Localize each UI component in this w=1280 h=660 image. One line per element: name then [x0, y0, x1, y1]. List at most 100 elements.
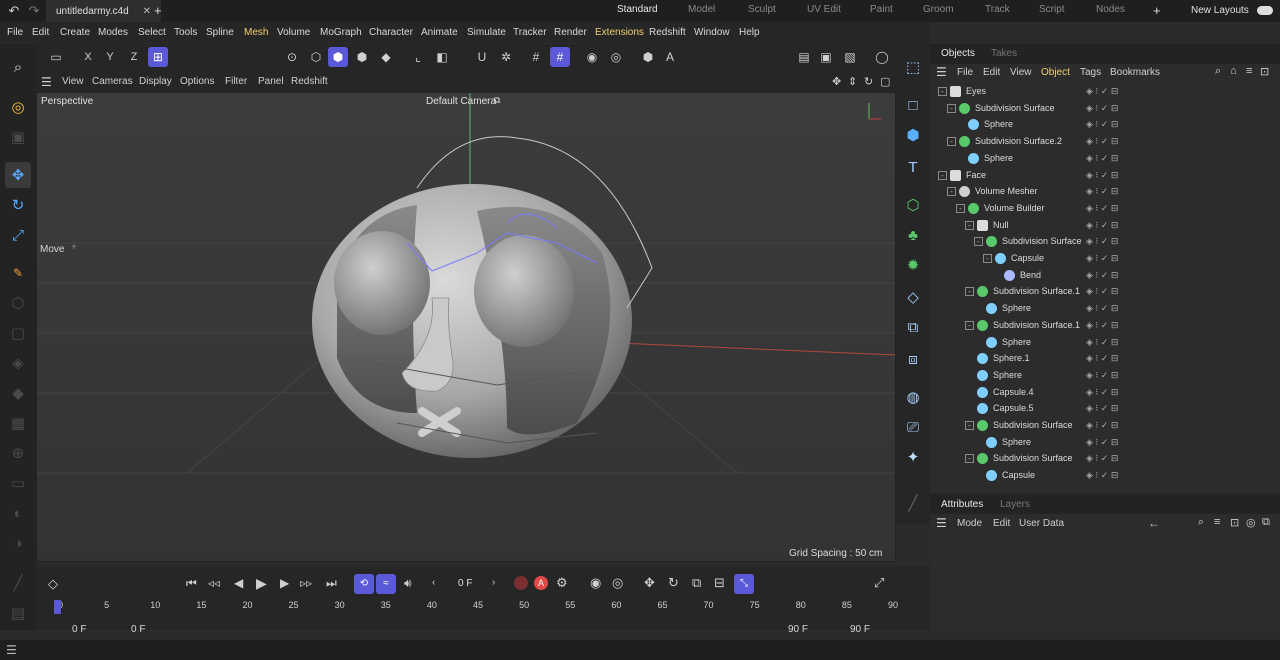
- viewport-solo-icon[interactable]: ⬢: [638, 47, 658, 67]
- visibility-flags[interactable]: ◈ ⁝ ✓ ⊟: [1086, 320, 1118, 331]
- key-pla-icon[interactable]: ⧉: [692, 575, 701, 591]
- world-coordinates-icon[interactable]: ⊞: [148, 47, 168, 67]
- object-row[interactable]: - Eyes ◈ ⁝ ✓ ⊟: [930, 84, 1280, 100]
- frame-ruler[interactable]: 051015202530354045505560657075808590: [56, 600, 898, 614]
- uv-mode-icon[interactable]: ⌞: [408, 47, 428, 67]
- expand-toggle[interactable]: -: [947, 137, 956, 147]
- attr-target-icon[interactable]: ◎: [1246, 516, 1256, 529]
- scale-select-icon[interactable]: ▣: [5, 124, 31, 150]
- redshift-ipr-icon[interactable]: ◯: [872, 47, 892, 67]
- vp-menu-display[interactable]: Display: [139, 76, 172, 87]
- axis-tool-icon[interactable]: ⊕: [5, 440, 31, 466]
- menu-animate[interactable]: Animate: [421, 27, 458, 38]
- visibility-flags[interactable]: ◈ ⁝ ✓ ⊟: [1086, 453, 1118, 464]
- next-frame-icon[interactable]: ▶: [280, 576, 289, 590]
- current-frame-field[interactable]: 0 F: [458, 578, 472, 589]
- sculpt-icon[interactable]: ◐: [5, 500, 31, 526]
- symmetry-icon[interactable]: A: [660, 47, 680, 67]
- visibility-flags[interactable]: ◈ ⁝ ✓ ⊟: [1086, 470, 1118, 481]
- point-tool-icon[interactable]: ◈: [5, 350, 31, 376]
- polygon-tool-icon[interactable]: ⬡: [5, 290, 31, 316]
- key-rot-icon[interactable]: ◎: [612, 575, 623, 591]
- light-icon[interactable]: ✦: [900, 444, 926, 470]
- visibility-flags[interactable]: ◈ ⁝ ✓ ⊟: [1086, 286, 1118, 297]
- obj-menu-bookmarks[interactable]: Bookmarks: [1110, 67, 1160, 78]
- axis-x-button[interactable]: X: [78, 47, 98, 67]
- menu-redshift[interactable]: Redshift: [649, 27, 686, 38]
- viewport-camera-label[interactable]: Default Camera: [426, 96, 496, 107]
- expand-toggle[interactable]: -: [947, 103, 956, 113]
- obj-lock-icon[interactable]: ⊡: [1260, 65, 1269, 78]
- key-point-icon[interactable]: ⊟: [714, 575, 725, 591]
- prev-key-icon[interactable]: ◃◃: [208, 576, 220, 590]
- visibility-flags[interactable]: ◈ ⁝ ✓ ⊟: [1086, 103, 1118, 114]
- tab-takes[interactable]: Takes: [991, 48, 1017, 59]
- object-row[interactable]: - Subdivision Surface.2 ◈ ⁝ ✓ ⊟: [930, 134, 1280, 150]
- visibility-flags[interactable]: ◈ ⁝ ✓ ⊟: [1086, 353, 1118, 364]
- layout-script[interactable]: Script: [1039, 4, 1065, 15]
- polygons-mode-icon[interactable]: ⬢: [328, 47, 348, 67]
- visibility-flags[interactable]: ◈ ⁝ ✓ ⊟: [1086, 170, 1118, 181]
- layout-groom[interactable]: Groom: [923, 4, 954, 15]
- vp-menu-view[interactable]: View: [62, 76, 84, 87]
- visibility-flags[interactable]: ◈ ⁝ ✓ ⊟: [1086, 236, 1118, 247]
- viewport-rotate-icon[interactable]: ↻: [864, 75, 873, 88]
- menu-modes[interactable]: Modes: [98, 27, 128, 38]
- menu-window[interactable]: Window: [694, 27, 730, 38]
- new-tab-icon[interactable]: +: [154, 3, 162, 18]
- range-end-field[interactable]: 90 F: [850, 624, 870, 635]
- obj-menu-view[interactable]: View: [1010, 67, 1032, 78]
- visibility-flags[interactable]: ◈ ⁝ ✓ ⊟: [1086, 420, 1118, 431]
- visibility-flags[interactable]: ◈ ⁝ ✓ ⊟: [1086, 337, 1118, 348]
- tab-layers[interactable]: Layers: [1000, 499, 1030, 510]
- render-view-icon[interactable]: ▤: [794, 47, 814, 67]
- grid-snap-icon[interactable]: #: [550, 47, 570, 67]
- brush-tool-icon[interactable]: ✎: [5, 260, 31, 286]
- obj-home-icon[interactable]: ⌂: [1230, 65, 1237, 77]
- layout-nodes[interactable]: Nodes: [1096, 4, 1125, 15]
- key-scale-icon[interactable]: ✥: [644, 575, 655, 591]
- object-row[interactable]: Capsule.5 ◈ ⁝ ✓ ⊟: [930, 401, 1280, 417]
- layout-paint[interactable]: Paint: [870, 4, 893, 15]
- quantize-icon[interactable]: ◉: [582, 47, 602, 67]
- attr-menu-edit[interactable]: Edit: [993, 518, 1010, 529]
- layout-sculpt[interactable]: Sculpt: [748, 4, 776, 15]
- attr-hamburger-icon[interactable]: ☰: [936, 516, 947, 530]
- visibility-flags[interactable]: ◈ ⁝ ✓ ⊟: [1086, 119, 1118, 130]
- object-row[interactable]: - Subdivision Surface ◈ ⁝ ✓ ⊟: [930, 451, 1280, 467]
- key-pos-icon[interactable]: ◉: [590, 575, 601, 591]
- menu-file[interactable]: File: [7, 27, 23, 38]
- obj-menu-edit[interactable]: Edit: [983, 67, 1000, 78]
- expand-toggle[interactable]: -: [983, 254, 992, 263]
- key-all-icon[interactable]: ⤡: [734, 574, 754, 594]
- expand-toggle[interactable]: -: [938, 87, 947, 96]
- objects-hamburger-icon[interactable]: ☰: [936, 65, 947, 79]
- deformer-icon[interactable]: ◇: [900, 284, 926, 310]
- object-row[interactable]: - Subdivision Surface ◈ ⁝ ✓ ⊟: [930, 418, 1280, 434]
- attr-menu-mode[interactable]: Mode: [957, 518, 982, 529]
- camera-icon[interactable]: ⎚: [900, 414, 926, 440]
- menu-spline[interactable]: Spline: [206, 27, 234, 38]
- attr-new-window-icon[interactable]: ⧉: [1262, 516, 1270, 529]
- cube-icon[interactable]: ⬢: [900, 122, 926, 148]
- lock-axis-icon[interactable]: ◎: [606, 47, 626, 67]
- environment-icon[interactable]: ◍: [900, 384, 926, 410]
- effector-icon[interactable]: ✹: [900, 252, 926, 278]
- visibility-flags[interactable]: ◈ ⁝ ✓ ⊟: [1086, 220, 1118, 231]
- expand-toggle[interactable]: -: [974, 237, 983, 247]
- object-row[interactable]: - Null ◈ ⁝ ✓ ⊟: [930, 218, 1280, 234]
- visibility-flags[interactable]: ◈ ⁝ ✓ ⊟: [1086, 203, 1118, 214]
- edge-tool-icon[interactable]: ▢: [5, 320, 31, 346]
- visibility-flags[interactable]: ◈ ⁝ ✓ ⊟: [1086, 403, 1118, 414]
- cube-outline-icon[interactable]: □: [900, 92, 926, 118]
- attr-back-icon[interactable]: ←: [1148, 516, 1160, 530]
- keyframe-settings-icon[interactable]: ⚙: [556, 575, 568, 591]
- obj-menu-object[interactable]: Object: [1041, 67, 1070, 78]
- add-layout-icon[interactable]: +: [1153, 3, 1161, 18]
- render-picture-viewer-icon[interactable]: ▣: [816, 47, 836, 67]
- loop-icon[interactable]: ⟲: [354, 574, 374, 594]
- visibility-flags[interactable]: ◈ ⁝ ✓ ⊟: [1086, 186, 1118, 197]
- object-row[interactable]: Sphere ◈ ⁝ ✓ ⊟: [930, 368, 1280, 384]
- workplane-grid-icon[interactable]: #: [526, 47, 546, 67]
- object-row[interactable]: - Subdivision Surface ◈ ⁝ ✓ ⊟: [930, 101, 1280, 117]
